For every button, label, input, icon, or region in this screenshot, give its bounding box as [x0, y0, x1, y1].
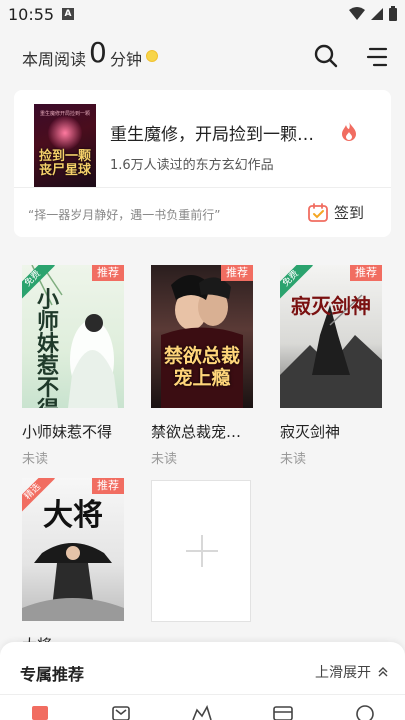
status-bar: 10:55 A — [0, 0, 405, 30]
plus-icon-vertical — [201, 535, 203, 567]
fire-icon — [342, 122, 356, 141]
recommend-sheet[interactable]: 专属推荐 上滑展开 — [0, 642, 405, 720]
featured-cover-title: 捡到一颗丧尸星球 — [38, 149, 91, 178]
checkin-button[interactable]: 签到 — [308, 202, 364, 223]
book-item[interactable]: 禁欲总裁宠上瘾 推荐 禁欲总裁宠… 未读 — [151, 265, 253, 467]
status-time: 10:55 — [8, 5, 55, 24]
signal-icon — [371, 7, 383, 20]
featured-book-title[interactable]: 重生魔修，开局捡到一颗… — [110, 120, 322, 145]
system-icons — [349, 6, 397, 21]
rank-tab-icon[interactable] — [191, 704, 213, 720]
header: 本周阅读 0 分钟 — [0, 30, 405, 86]
recommend-badge: 推荐 — [92, 478, 124, 494]
book-item[interactable]: 寂灭剑神 免费 推荐 寂灭剑神 未读 — [280, 265, 382, 467]
book-item[interactable]: 小师妹惹不得 免费 推荐 小师妹惹不得 未读 — [22, 265, 124, 467]
divider — [14, 187, 391, 188]
search-icon[interactable] — [314, 44, 338, 68]
recommend-badge: 推荐 — [92, 265, 124, 281]
book-cover-title: 大将 — [43, 498, 103, 533]
book-status: 未读 — [151, 452, 178, 467]
chevron-up-icon — [378, 667, 388, 677]
weekly-read-count: 0 — [89, 36, 107, 69]
store-tab-icon[interactable] — [111, 704, 131, 720]
slogan-quote: “择一器岁月静好，遇一书负重前行” — [28, 208, 221, 222]
wifi-icon — [349, 6, 365, 20]
book-cover[interactable]: 禁欲总裁宠上瘾 推荐 — [151, 265, 253, 408]
sheet-title: 专属推荐 — [20, 665, 85, 684]
expand-sheet-button[interactable]: 上滑展开 — [315, 662, 389, 682]
book-cover-title: 小师妹惹不得 — [36, 287, 59, 408]
featured-book-subtitle: 1.6万人读过的东方玄幻作品 — [110, 158, 274, 173]
divider — [0, 694, 405, 695]
book-status: 未读 — [280, 452, 307, 467]
wallet-tab-icon[interactable] — [272, 704, 294, 720]
book-item[interactable]: 大将 精选 推荐 大将 — [22, 478, 124, 655]
menu-icon[interactable] — [366, 47, 388, 67]
cover-art — [280, 294, 382, 408]
book-cover[interactable]: 大将 精选 推荐 — [22, 478, 124, 621]
expand-label: 上滑展开 — [315, 665, 371, 681]
book-cover[interactable]: 小师妹惹不得 免费 推荐 — [22, 265, 124, 408]
featured-book-card[interactable]: 重生魔修开局捡到一颗 捡到一颗丧尸星球 重生魔修，开局捡到一颗… 1.6万人读过… — [14, 90, 391, 237]
calendar-check-icon — [308, 203, 328, 222]
book-title: 小师妹惹不得 — [22, 423, 113, 441]
featured-book-cover[interactable]: 重生魔修开局捡到一颗 捡到一颗丧尸星球 — [34, 104, 96, 188]
book-status: 未读 — [22, 452, 49, 467]
book-cover-title: 禁欲总裁宠上瘾 — [163, 345, 240, 389]
coin-icon — [146, 50, 158, 62]
book-title: 禁欲总裁宠… — [151, 423, 242, 441]
book-cover-title: 寂灭剑神 — [291, 294, 371, 318]
weekly-read-unit: 分钟 — [110, 50, 143, 69]
add-book-button[interactable] — [151, 480, 251, 622]
checkin-label: 签到 — [334, 204, 365, 222]
weekly-read-label: 本周阅读 — [22, 50, 87, 69]
recommend-badge: 推荐 — [350, 265, 382, 281]
notification-icon: A — [62, 8, 74, 20]
book-cover[interactable]: 寂灭剑神 免费 推荐 — [280, 265, 382, 408]
book-title: 寂灭剑神 — [280, 423, 341, 441]
battery-icon — [389, 6, 397, 21]
bookshelf-tab-icon[interactable] — [30, 704, 50, 720]
cover-art — [48, 116, 82, 150]
profile-tab-icon[interactable] — [354, 704, 376, 720]
recommend-badge: 推荐 — [221, 265, 253, 281]
